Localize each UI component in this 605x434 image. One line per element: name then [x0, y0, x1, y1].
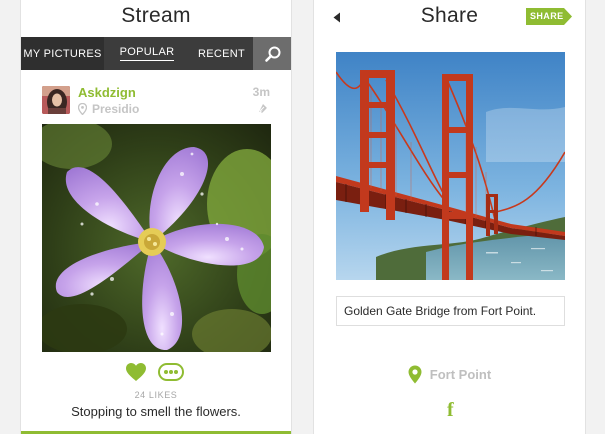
location-tag-label: Fort Point — [429, 366, 492, 382]
share-button-label: SHARE — [530, 11, 564, 21]
share-photo — [336, 52, 565, 280]
location-tag[interactable]: Fort Point — [314, 364, 585, 384]
screen: Stream MY PICTURES POPULAR RECENT Askdzi… — [0, 0, 605, 434]
search-button[interactable] — [253, 37, 291, 70]
avatar[interactable] — [42, 86, 70, 114]
location-pin-icon — [78, 103, 87, 115]
post-location[interactable]: Presidio — [78, 102, 139, 116]
tab-label: MY PICTURES — [23, 47, 102, 60]
leaf-badge-icon — [259, 104, 267, 113]
post-location-label: Presidio — [92, 102, 140, 116]
stream-screen: Stream MY PICTURES POPULAR RECENT Askdzi… — [20, 0, 292, 434]
likes-count[interactable]: 24 LIKES — [21, 390, 291, 400]
tab-label: RECENT — [197, 47, 246, 60]
tab-popular[interactable]: POPULAR — [104, 37, 190, 70]
post-caption: Stopping to smell the flowers. — [71, 404, 241, 419]
caption-input-value: Golden Gate Bridge from Fort Point. — [344, 304, 537, 318]
tab-bar: MY PICTURES POPULAR RECENT — [21, 37, 291, 70]
more-options-icon[interactable] — [158, 363, 184, 381]
search-icon — [265, 46, 281, 62]
post-time: 3m — [252, 85, 270, 99]
tab-recent[interactable]: RECENT — [190, 37, 253, 70]
share-button[interactable]: SHARE — [526, 8, 572, 25]
location-pin-icon — [408, 365, 422, 383]
caption-input[interactable]: Golden Gate Bridge from Fort Point. — [336, 296, 565, 326]
post-username[interactable]: Askdzign — [78, 85, 136, 100]
heart-icon[interactable] — [125, 362, 147, 382]
tab-label: POPULAR — [119, 46, 175, 61]
post-actions — [21, 362, 291, 384]
facebook-icon[interactable]: f — [447, 400, 459, 420]
share-screen: Share SHARE Golden Gate Bridge from Fort… — [313, 0, 586, 434]
post-photo[interactable] — [42, 124, 271, 352]
tab-my-pictures[interactable]: MY PICTURES — [21, 37, 104, 70]
page-title: Stream — [121, 4, 191, 27]
